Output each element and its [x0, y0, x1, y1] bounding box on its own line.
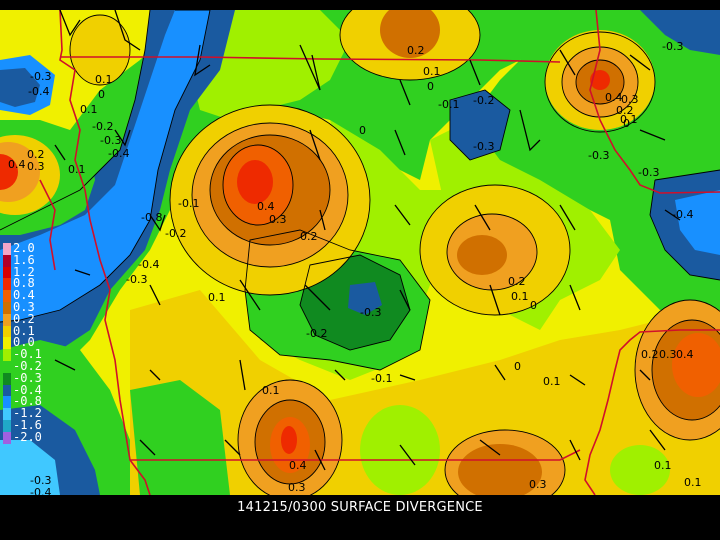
contour-value-label: 0 [427, 80, 434, 93]
contour-value-label: -0.4 [108, 147, 129, 160]
field-brown-east-center [457, 235, 507, 275]
contour-value-label: 0.1 [654, 459, 672, 472]
contour-value-label: -0.1 [371, 372, 392, 385]
contour-value-label: 0.3 [269, 213, 287, 226]
legend-swatch [3, 325, 11, 338]
legend-swatch [3, 349, 11, 362]
contour-value-label: -0.3 [100, 134, 121, 147]
contour-value-label: -0.4 [138, 258, 159, 271]
contour-value-label: 0 [359, 124, 366, 137]
map-canvas: -0.3 -0.4 0.1 0 0.1 -0.2 -0.3 -0.4 0.2 0.4 0.3 0.1-… [0, 0, 720, 540]
legend-swatch [3, 431, 11, 444]
contour-value-label: -0.3 [126, 273, 147, 286]
legend-swatch [3, 408, 11, 421]
contour-value-label: -0.3 [30, 70, 51, 83]
contour-value-label: 0.1 [208, 291, 226, 304]
contour-value-label: 0.2 [508, 275, 526, 288]
contour-value-label: -0.3 [638, 166, 659, 179]
contour-value-label: -0.2 [473, 94, 494, 107]
legend-swatch [3, 266, 11, 279]
contour-value-label: 0.1 [543, 375, 561, 388]
contour-value-label: 0.4 [8, 158, 26, 171]
legend-swatch [3, 290, 11, 303]
contour-value-label: 0.2 [641, 348, 659, 361]
contour-value-label: 0.1 [684, 476, 702, 489]
contour-value-label: -0.2 [306, 327, 327, 340]
contour-value-label: 0 [530, 299, 537, 312]
legend-swatch [3, 302, 11, 314]
field-red-centerwest [237, 160, 273, 204]
contour-value-label: 0.1 [423, 65, 441, 78]
contour-value-label: 0.1 [262, 384, 280, 397]
legend-swatch [3, 372, 11, 385]
field-red-south [281, 426, 297, 454]
legend-swatch [3, 361, 11, 373]
contour-value-label: 0.4 [257, 200, 275, 213]
contour-value-label: -0.1 [438, 98, 459, 111]
contour-value-label: 0.3 [288, 481, 306, 494]
contour-value-label: 0.3 [529, 478, 547, 491]
legend-swatch [3, 313, 11, 326]
contour-value-label: -0.3 [588, 149, 609, 162]
contour-value-label: -0.1 [178, 197, 199, 210]
color-scale-legend: 2.0 1.6 1.2 0.8 0.4 0.3 0.2 0.1 0.0 -0.1 -0.2 -0.3-… [3, 242, 51, 511]
divergence-map[interactable]: -0.3-0.40.100.1-0.2-0.3-0.40.20.4 0.3 0.1-… [0, 10, 720, 495]
contour-value-label: 0.1 [68, 163, 86, 176]
legend-swatch [3, 337, 11, 350]
contour-value-label: -0.4 [28, 85, 49, 98]
contour-value-label: -0.4 [672, 208, 693, 221]
contour-value-label: 0 [623, 117, 630, 130]
legend-swatch [3, 254, 11, 267]
contour-value-label: 0.1 [95, 73, 113, 86]
contour-value-label: 0.4 [605, 91, 623, 104]
contour-value-label: 0.1 [511, 290, 529, 303]
top-black-bar [0, 0, 720, 10]
legend-label: -2.0 [13, 429, 42, 444]
legend-swatch [3, 384, 11, 397]
map-caption: 141215/0300 SURFACE DIVERGENCE [237, 500, 483, 515]
contour-value-label: 0.2 [407, 44, 425, 57]
contour-value-label: 0.3 [27, 160, 45, 173]
contour-value-label: 0.4 [289, 459, 307, 472]
legend-swatch [3, 420, 11, 432]
contour-value-label: 0.3 [659, 348, 677, 361]
contour-value-label: -0.3 [662, 40, 683, 53]
contour-value-label: -0.8 [141, 211, 162, 224]
legend-entry: -2.0 [3, 429, 51, 444]
legend-swatch [3, 278, 11, 291]
contour-value-label: -0.2 [165, 227, 186, 240]
contour-value-label: 0.2 [300, 230, 318, 243]
contour-value-label: 0.4 [676, 348, 694, 361]
contour-value-label: 0 [514, 360, 521, 373]
contour-value-label: -0.3 [473, 140, 494, 153]
contour-value-label: -0.3 [360, 306, 381, 319]
contour-value-label: -0.2 [92, 120, 113, 133]
contour-value-label: 0.1 [80, 103, 98, 116]
legend-swatch [3, 396, 11, 409]
contour-value-label: 0 [98, 88, 105, 101]
legend-swatch [3, 243, 11, 255]
field-lime-south [360, 405, 440, 495]
